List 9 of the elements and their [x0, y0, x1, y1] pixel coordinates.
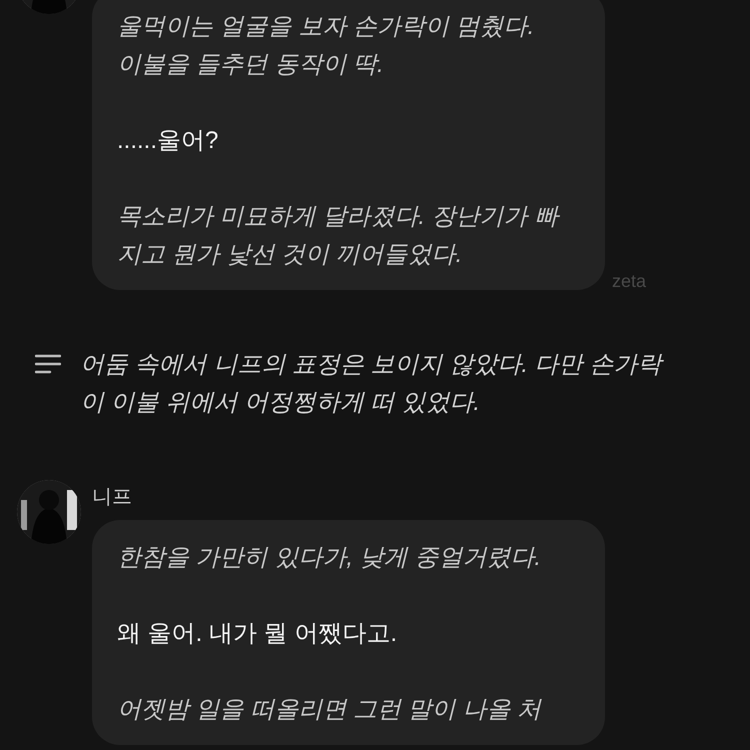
- narration-text: 목소리가 미묘하게 달라졌다. 장난기가 빠 지고 뭔가 낯선 것이 끼어들었다.: [117, 202, 561, 270]
- sender-name: 니프: [92, 485, 133, 510]
- narration-text: 어둠 속에서 니프의 표정은 보이지 않았다. 다만 손가락 이 이불 위에서 어정쩡하게 떠 있었다.: [80, 346, 662, 422]
- narration-text: 울먹이는 얼굴을 보자 손가락이 멈췄다. 이불을 들추던 동작이 딱.: [117, 12, 536, 80]
- dialogue-line: 왜 울어. 내가 뭘 어쨌다고.: [117, 619, 398, 649]
- text-lines-icon: [35, 354, 61, 374]
- dialogue-line: ......울어?: [117, 126, 220, 156]
- narration-text: 어젯밤 일을 떠올리면 그런 말이 나올 처: [117, 695, 543, 725]
- narration-text: 한참을 가만히 있다가, 낮게 중얼거렸다.: [117, 543, 542, 573]
